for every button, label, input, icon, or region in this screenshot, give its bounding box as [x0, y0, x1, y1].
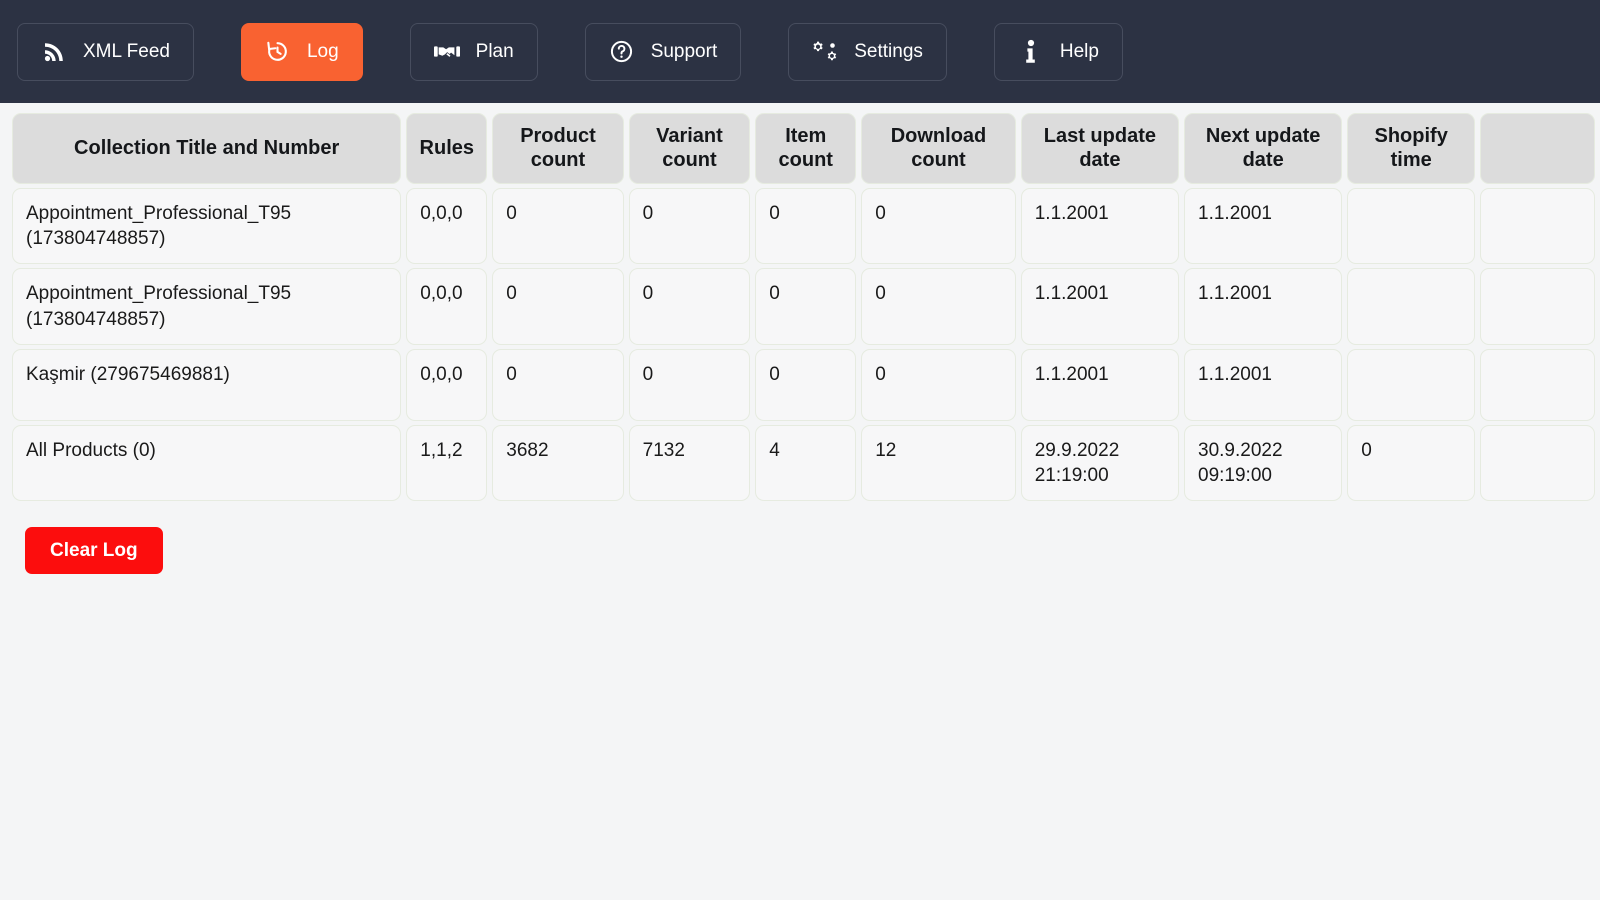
cell-shopify-time — [1347, 187, 1476, 265]
cell-overflow — [1480, 187, 1595, 265]
column-header-shopify-time[interactable]: Shopify time — [1347, 113, 1476, 184]
cell-next-update-date: 1.1.2001 — [1184, 348, 1343, 421]
nav-item-label: Plan — [475, 41, 514, 62]
cell-rules: 1,1,2 — [406, 424, 488, 502]
cell-next-update-date: 30.9.2022 09:19:00 — [1184, 424, 1343, 502]
cell-variant-count: 0 — [628, 268, 751, 345]
cell-last-update-date: 1.1.2001 — [1020, 268, 1180, 345]
cell-item-count: 0 — [755, 187, 857, 265]
column-header-download-count[interactable]: Download count — [861, 113, 1016, 184]
top-navigation-bar: XML Feed Log Plan Support Settings Help — [0, 0, 1600, 103]
handshake-icon — [433, 39, 460, 65]
cell-item-count: 0 — [755, 268, 857, 345]
nav-item-log[interactable]: Log — [240, 22, 363, 81]
nav-item-label: Log — [306, 41, 339, 62]
cell-download-count: 0 — [861, 348, 1016, 421]
cell-collection-title: All Products (0) — [12, 424, 402, 502]
cell-next-update-date: 1.1.2001 — [1184, 268, 1343, 345]
cell-overflow — [1480, 268, 1595, 345]
nav-item-help[interactable]: Help — [993, 22, 1123, 81]
cell-overflow — [1480, 348, 1595, 421]
cell-rules: 0,0,0 — [406, 268, 488, 345]
cell-download-count: 0 — [861, 187, 1016, 265]
table-header-row: Collection Title and Number Rules Produc… — [12, 113, 1595, 184]
cell-product-count: 0 — [492, 348, 624, 421]
nav-item-label: XML Feed — [83, 41, 170, 62]
column-header-rules[interactable]: Rules — [406, 113, 488, 184]
cell-rules: 0,0,0 — [406, 348, 488, 421]
table-row[interactable]: Kaşmir (279675469881) 0,0,0 0 0 0 0 1.1.… — [12, 348, 1595, 421]
nav-item-label: Help — [1059, 41, 1099, 62]
log-table: Collection Title and Number Rules Produc… — [7, 109, 1600, 505]
cell-item-count: 4 — [755, 424, 857, 502]
table-row[interactable]: Appointment_Professional_T95 (1738047488… — [12, 268, 1595, 345]
cell-shopify-time: 0 — [1347, 424, 1476, 502]
cell-next-update-date: 1.1.2001 — [1184, 187, 1343, 265]
column-header-next-update-date[interactable]: Next update date — [1184, 113, 1343, 184]
log-content-area: Collection Title and Number Rules Produc… — [0, 103, 1600, 575]
history-icon — [265, 39, 291, 65]
cell-last-update-date: 1.1.2001 — [1020, 348, 1180, 421]
cell-download-count: 0 — [861, 268, 1016, 345]
column-header-product-count[interactable]: Product count — [492, 113, 624, 184]
cell-rules: 0,0,0 — [406, 187, 488, 265]
cell-shopify-time — [1347, 348, 1476, 421]
nav-item-label: Settings — [854, 41, 923, 62]
nav-item-plan[interactable]: Plan — [409, 22, 538, 81]
nav-item-label: Support — [650, 41, 718, 62]
cell-variant-count: 0 — [628, 348, 751, 421]
nav-item-xml-feed[interactable]: XML Feed — [17, 22, 194, 81]
nav-item-settings[interactable]: Settings — [788, 22, 947, 81]
cell-shopify-time — [1347, 268, 1476, 345]
info-icon — [1018, 39, 1044, 65]
table-row[interactable]: All Products (0) 1,1,2 3682 7132 4 12 29… — [12, 424, 1595, 502]
cell-variant-count: 7132 — [628, 424, 751, 502]
column-header-last-update-date[interactable]: Last update date — [1020, 113, 1180, 184]
column-header-item-count[interactable]: Item count — [755, 113, 857, 184]
gears-icon — [812, 39, 838, 65]
cell-last-update-date: 1.1.2001 — [1020, 187, 1180, 265]
cell-product-count: 3682 — [492, 424, 624, 502]
column-header-collection-title[interactable]: Collection Title and Number — [12, 113, 402, 184]
actions-row: Clear Log — [12, 505, 1600, 575]
cell-collection-title: Kaşmir (279675469881) — [12, 348, 402, 421]
cell-product-count: 0 — [492, 187, 624, 265]
table-row[interactable]: Appointment_Professional_T95 (1738047488… — [12, 187, 1595, 265]
column-header-variant-count[interactable]: Variant count — [628, 113, 751, 184]
cell-collection-title: Appointment_Professional_T95 (1738047488… — [12, 187, 402, 265]
clear-log-button[interactable]: Clear Log — [25, 527, 163, 575]
cell-collection-title: Appointment_Professional_T95 (1738047488… — [12, 268, 402, 345]
nav-item-support[interactable]: Support — [584, 22, 742, 81]
question-circle-icon — [609, 39, 635, 65]
cell-download-count: 12 — [861, 424, 1016, 502]
rss-icon — [41, 39, 67, 65]
cell-last-update-date: 29.9.2022 21:19:00 — [1020, 424, 1180, 502]
cell-overflow — [1480, 424, 1595, 502]
column-header-overflow — [1480, 113, 1595, 184]
cell-item-count: 0 — [755, 348, 857, 421]
cell-variant-count: 0 — [628, 187, 751, 265]
cell-product-count: 0 — [492, 268, 624, 345]
